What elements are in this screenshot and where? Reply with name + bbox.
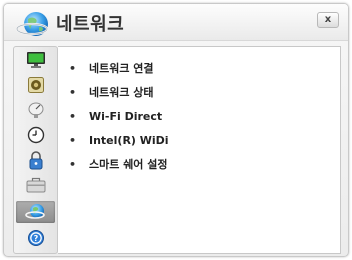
sidebar-item-time[interactable] bbox=[16, 124, 55, 146]
menu-item-label: Wi-Fi Direct bbox=[89, 110, 163, 123]
network-menu: • 네트워크 연결 • 네트워크 상태 • Wi-Fi Direct • Int… bbox=[58, 57, 169, 177]
menu-item-smart-share-settings[interactable]: • 스마트 쉐어 설정 bbox=[58, 153, 169, 177]
menu-item-network-connection[interactable]: • 네트워크 연결 bbox=[58, 57, 169, 81]
menu-item-label: 네트워크 연결 bbox=[89, 62, 154, 75]
bullet: • bbox=[69, 86, 77, 99]
sidebar-item-sound[interactable] bbox=[16, 74, 55, 96]
window-header: 네트워크 x bbox=[4, 4, 348, 41]
content-panel: • 네트워크 연결 • 네트워크 상태 • Wi-Fi Direct • Int… bbox=[58, 46, 341, 254]
network-globe-icon bbox=[24, 204, 45, 219]
lock-icon bbox=[29, 151, 42, 170]
menu-item-label: 네트워크 상태 bbox=[89, 86, 154, 99]
network-globe-icon bbox=[16, 12, 49, 36]
svg-text:?: ? bbox=[33, 234, 38, 243]
bullet: • bbox=[69, 158, 77, 171]
sidebar-item-lock[interactable] bbox=[16, 149, 55, 171]
menu-item-network-status[interactable]: • 네트워크 상태 bbox=[58, 81, 169, 105]
help-icon: ? bbox=[27, 230, 44, 246]
sidebar-item-channel[interactable] bbox=[16, 99, 55, 121]
clock-icon bbox=[27, 126, 44, 144]
satellite-dish-icon bbox=[28, 102, 43, 118]
speaker-icon bbox=[27, 77, 44, 93]
bullet: • bbox=[69, 110, 77, 123]
page-title: 네트워크 bbox=[56, 14, 125, 35]
menu-item-intel-widi[interactable]: • Intel(R) WiDi bbox=[58, 129, 169, 153]
sidebar-item-support[interactable]: ? bbox=[16, 227, 55, 249]
toolbox-icon bbox=[26, 177, 45, 193]
bullet: • bbox=[69, 62, 77, 75]
menu-item-label: Intel(R) WiDi bbox=[89, 134, 169, 147]
menu-item-label: 스마트 쉐어 설정 bbox=[89, 158, 168, 171]
sidebar-item-network[interactable] bbox=[16, 201, 55, 223]
close-button[interactable]: x bbox=[317, 12, 339, 28]
sidebar-item-options[interactable] bbox=[16, 174, 55, 196]
network-settings-window: 네트워크 x ? • 네트워크 연결 • 네트워크 상태 • Wi-Fi Dir… bbox=[3, 3, 349, 257]
monitor-icon bbox=[26, 52, 45, 68]
menu-item-wifi-direct[interactable]: • Wi-Fi Direct bbox=[58, 105, 169, 129]
sidebar: ? bbox=[13, 46, 58, 254]
close-icon: x bbox=[324, 14, 332, 25]
sidebar-item-picture[interactable] bbox=[16, 49, 55, 71]
bullet: • bbox=[69, 134, 77, 147]
